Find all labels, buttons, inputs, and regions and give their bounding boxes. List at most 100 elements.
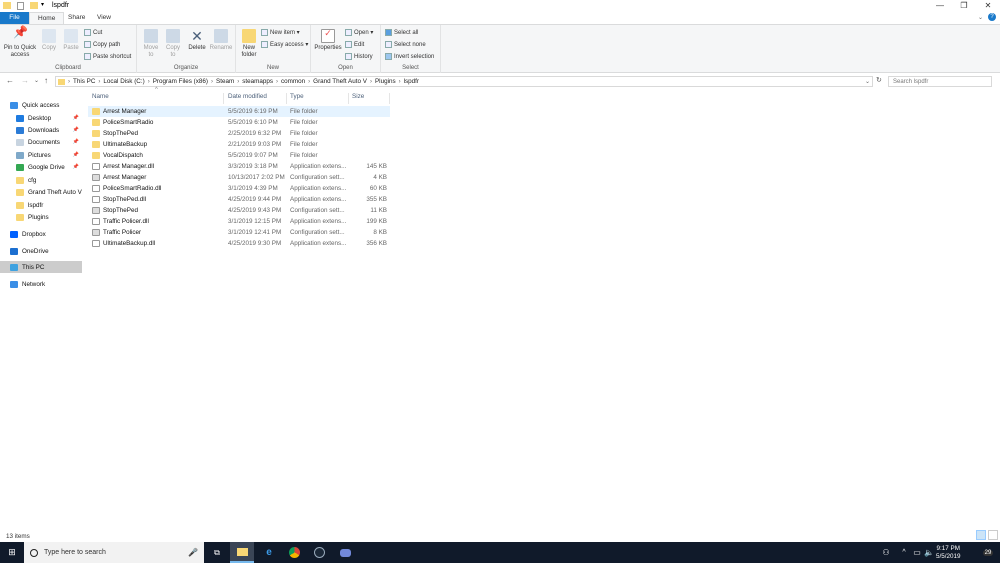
column-name[interactable]: Name: [88, 93, 224, 104]
breadcrumb-item[interactable]: common: [278, 78, 308, 85]
microphone-icon[interactable]: 🎤: [188, 548, 198, 557]
action-center-icon[interactable]: 29: [976, 542, 1000, 563]
sidebar-item-quick-access[interactable]: Quick access: [0, 99, 82, 111]
properties-button[interactable]: ✓ Properties: [313, 29, 343, 52]
breadcrumb-item[interactable]: Steam: [213, 78, 237, 85]
pin-icon[interactable]: 📌: [73, 115, 79, 121]
pin-quick-access-button[interactable]: 📌 Pin to Quick access: [2, 26, 38, 59]
file-row[interactable]: Traffic Policer 3/1/2019 12:41 PM Config…: [88, 227, 390, 238]
breadcrumb-item[interactable]: This PC: [70, 78, 98, 85]
sidebar-item-google-drive[interactable]: Google Drive 📌: [0, 161, 82, 173]
refresh-button[interactable]: ↻: [876, 76, 882, 84]
file-row[interactable]: PoliceSmartRadio.dll 3/1/2019 4:39 PM Ap…: [88, 183, 390, 194]
file-row[interactable]: UltimateBackup.dll 4/25/2019 9:30 PM App…: [88, 238, 390, 249]
search-input[interactable]: Search lspdfr: [888, 76, 992, 87]
column-size[interactable]: Size: [349, 93, 390, 104]
tab-file[interactable]: File: [0, 12, 29, 24]
start-windows-icon[interactable]: ⊞: [0, 542, 24, 563]
invert-selection-button[interactable]: Invert selection: [385, 53, 434, 60]
new-folder-quick-icon[interactable]: [30, 2, 38, 9]
pin-icon[interactable]: 📌: [73, 164, 79, 170]
file-row[interactable]: StopThePed 2/25/2019 6:32 PM File folder: [88, 128, 390, 139]
chrome-icon[interactable]: [282, 542, 306, 563]
file-row[interactable]: StopThePed.dll 4/25/2019 9:44 PM Applica…: [88, 194, 390, 205]
expand-ribbon-icon[interactable]: ⌄: [978, 14, 983, 21]
select-all-button[interactable]: Select all: [385, 29, 418, 36]
copy-to-button[interactable]: Copy to: [163, 29, 183, 59]
sidebar-item-this-pc[interactable]: This PC: [0, 261, 82, 273]
discord-icon[interactable]: [333, 542, 357, 563]
properties-quick-icon[interactable]: [17, 2, 24, 10]
edit-button[interactable]: Edit: [345, 41, 364, 48]
pin-icon[interactable]: 📌: [73, 127, 79, 133]
sidebar-item-grand-theft-auto-v[interactable]: Grand Theft Auto V: [0, 186, 82, 198]
paste-button[interactable]: Paste: [62, 29, 80, 52]
maximize-button[interactable]: ❐: [952, 0, 976, 12]
large-icons-view-button[interactable]: [988, 530, 998, 540]
sidebar-item-downloads[interactable]: Downloads 📌: [0, 124, 82, 136]
task-view-icon[interactable]: ⧉: [205, 542, 229, 563]
breadcrumb-item[interactable]: lspdfr: [401, 78, 422, 85]
sidebar-item-documents[interactable]: Documents 📌: [0, 136, 82, 148]
file-row[interactable]: Traffic Policer.dll 3/1/2019 12:15 PM Ap…: [88, 216, 390, 227]
minimize-button[interactable]: —: [928, 0, 952, 12]
help-icon[interactable]: ?: [988, 13, 996, 21]
paste-shortcut-button[interactable]: Paste shortcut: [84, 53, 131, 60]
rename-button[interactable]: Rename: [209, 29, 233, 52]
breadcrumb-item[interactable]: Local Disk (C:): [100, 78, 147, 85]
new-item-button[interactable]: New item ▾: [261, 29, 300, 36]
breadcrumb-item[interactable]: steamapps: [239, 78, 276, 85]
file-row[interactable]: VocalDispatch 5/5/2019 9:07 PM File fold…: [88, 150, 390, 161]
recent-locations-button[interactable]: ⌄: [34, 77, 39, 84]
taskbar-search[interactable]: Type here to search 🎤: [24, 542, 204, 563]
details-view-button[interactable]: [976, 530, 986, 540]
up-button[interactable]: ↑: [44, 76, 48, 85]
sidebar-item-cfg[interactable]: cfg: [0, 174, 82, 186]
history-button[interactable]: History: [345, 53, 373, 60]
address-dropdown-icon[interactable]: ⌄: [865, 78, 870, 85]
copy-button[interactable]: Copy: [40, 29, 58, 52]
easy-access-button[interactable]: Easy access ▾: [261, 41, 308, 48]
file-row[interactable]: StopThePed 4/25/2019 9:43 PM Configurati…: [88, 205, 390, 216]
folder-icon: [16, 201, 24, 209]
breadcrumb-item[interactable]: Grand Theft Auto V: [310, 78, 370, 85]
clock[interactable]: 9:17 PM 5/5/2019: [936, 545, 961, 561]
copy-path-button[interactable]: Copy path: [84, 41, 120, 48]
file-row[interactable]: Arrest Manager 10/13/2017 2:02 PM Config…: [88, 172, 390, 183]
delete-button[interactable]: ✕ Delete: [187, 29, 207, 52]
address-bar[interactable]: › This PC › Local Disk (C:) › Program Files (…: [55, 76, 873, 87]
file-row[interactable]: Arrest Manager 5/5/2019 6:19 PM File fol…: [88, 106, 390, 117]
show-hidden-icons[interactable]: ^: [898, 542, 910, 563]
column-type[interactable]: Type: [287, 93, 349, 104]
pin-icon[interactable]: 📌: [73, 139, 79, 145]
breadcrumb-item[interactable]: Plugins: [372, 78, 399, 85]
file-row[interactable]: PoliceSmartRadio 5/5/2019 6:10 PM File f…: [88, 117, 390, 128]
open-button[interactable]: Open ▾: [345, 29, 373, 36]
file-explorer-taskbar-icon[interactable]: [230, 542, 254, 563]
volume-icon[interactable]: 🔈: [922, 542, 936, 563]
forward-button[interactable]: →: [21, 76, 29, 85]
sidebar-item-desktop[interactable]: Desktop 📌: [0, 112, 82, 124]
sidebar-item-pictures[interactable]: Pictures 📌: [0, 149, 82, 161]
sidebar-item-onedrive[interactable]: OneDrive: [0, 245, 82, 257]
new-folder-button[interactable]: New folder: [239, 29, 259, 59]
customize-toolbar-icon[interactable]: ▾: [41, 1, 44, 8]
file-row[interactable]: Arrest Manager.dll 3/3/2019 3:18 PM Appl…: [88, 161, 390, 172]
sidebar-item-network[interactable]: Network: [0, 278, 82, 290]
steam-icon[interactable]: [307, 542, 331, 563]
sidebar-item-lspdfr[interactable]: lspdfr: [0, 199, 82, 211]
pin-icon[interactable]: 📌: [73, 152, 79, 158]
sidebar-item-plugins[interactable]: Plugins: [0, 211, 82, 223]
close-button[interactable]: ✕: [976, 0, 1000, 12]
file-row[interactable]: UltimateBackup 2/21/2019 9:03 PM File fo…: [88, 139, 390, 150]
tab-view[interactable]: View: [89, 12, 119, 24]
edge-icon[interactable]: e: [257, 542, 281, 563]
back-button[interactable]: ←: [6, 76, 14, 85]
cut-button[interactable]: Cut: [84, 29, 102, 36]
breadcrumb-item[interactable]: Program Files (x86): [150, 78, 211, 85]
move-to-button[interactable]: Move to: [141, 29, 161, 59]
sidebar-item-dropbox[interactable]: Dropbox: [0, 228, 82, 240]
select-none-button[interactable]: Select none: [385, 41, 426, 48]
column-date-modified[interactable]: Date modified: [225, 93, 287, 104]
people-icon[interactable]: ⚇: [878, 542, 894, 563]
